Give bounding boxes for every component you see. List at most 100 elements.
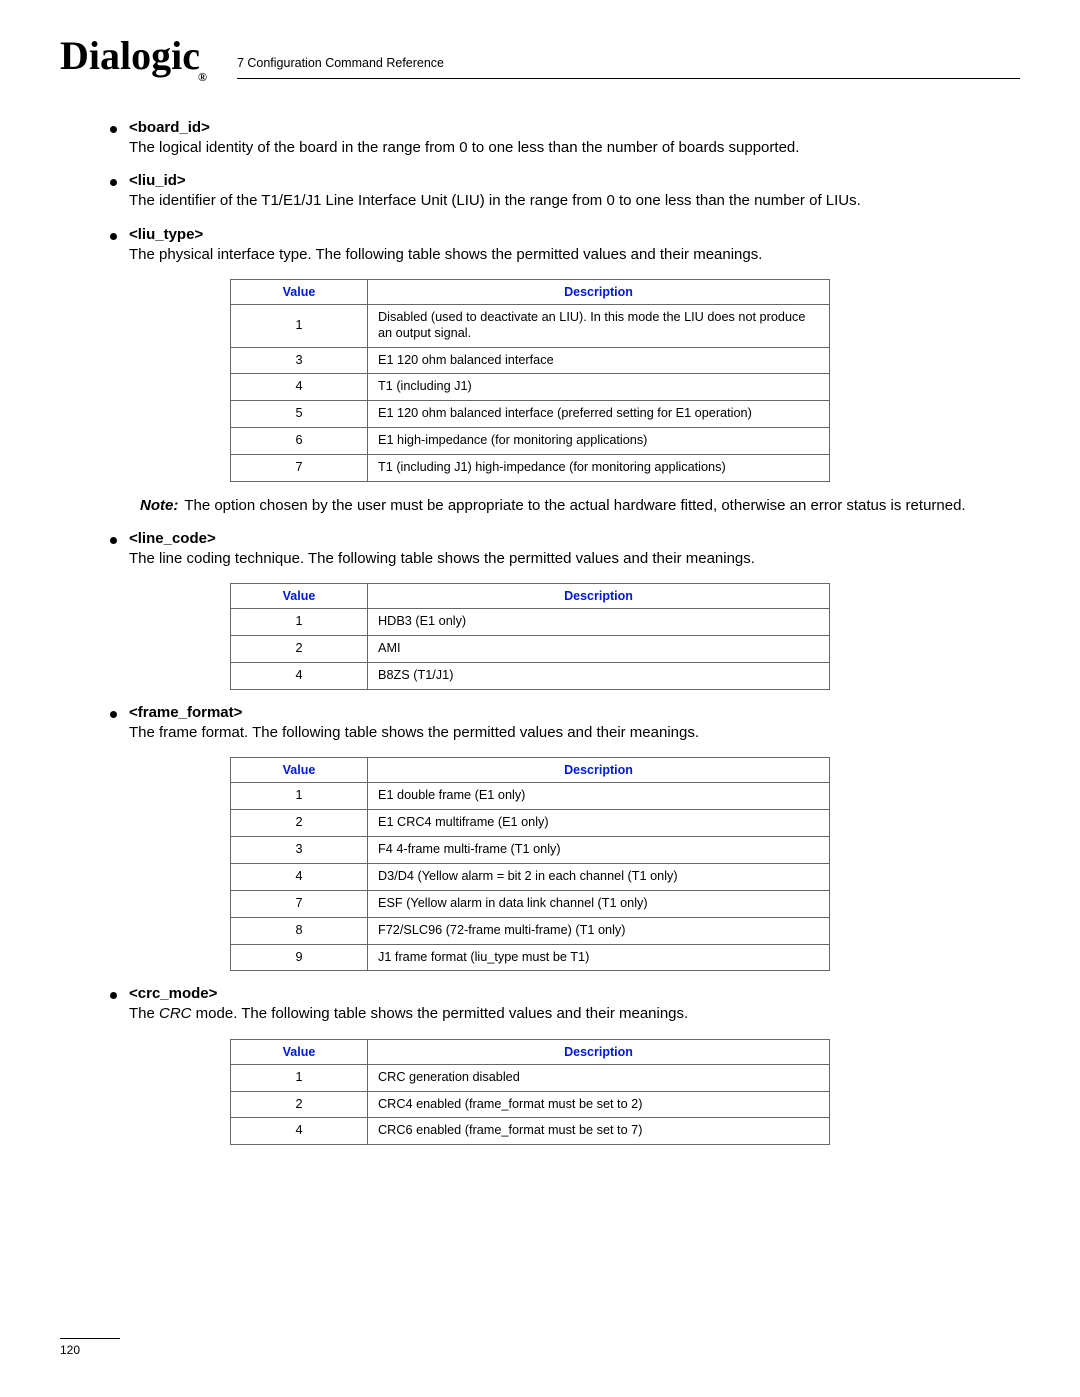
cell-value: 9 [231, 944, 368, 971]
page-header: Dialogic® 7 Configuration Command Refere… [60, 32, 1020, 85]
param-text: The CRC mode. The following table shows … [129, 1004, 970, 1024]
crc-text-prefix: The [129, 1005, 159, 1022]
param-board-id: <board_id> The logical identity of the b… [110, 119, 970, 158]
table-row: 2AMI [231, 636, 830, 663]
bullet-icon [110, 126, 117, 133]
cell-value: 3 [231, 347, 368, 374]
table-row: 7ESF (Yellow alarm in data link channel … [231, 890, 830, 917]
table-row: 8F72/SLC96 (72-frame multi-frame) (T1 on… [231, 917, 830, 944]
table-row: 4D3/D4 (Yellow alarm = bit 2 in each cha… [231, 863, 830, 890]
cell-value: 8 [231, 917, 368, 944]
col-description: Description [368, 1039, 830, 1064]
chapter-title: 7 Configuration Command Reference [237, 56, 1020, 78]
param-liu-id: <liu_id> The identifier of the T1/E1/J1 … [110, 172, 970, 211]
table-row: 2E1 CRC4 multiframe (E1 only) [231, 810, 830, 837]
frame-format-rows: 1E1 double frame (E1 only)2E1 CRC4 multi… [231, 783, 830, 971]
cell-description: HDB3 (E1 only) [368, 609, 830, 636]
param-title: <liu_type> [129, 226, 203, 243]
table-row: 3E1 120 ohm balanced interface [231, 347, 830, 374]
param-text: The logical identity of the board in the… [129, 138, 970, 158]
note: Note: The option chosen by the user must… [140, 496, 970, 516]
brand-name: Dialogic [60, 32, 200, 79]
liu-type-table: Value Description 1Disabled (used to dea… [230, 279, 830, 482]
cell-value: 4 [231, 1118, 368, 1145]
crc-mode-table: Value Description 1CRC generation disabl… [230, 1039, 830, 1146]
document-page: Dialogic® 7 Configuration Command Refere… [0, 0, 1080, 1397]
note-label: Note: [140, 496, 178, 516]
brand-logo: Dialogic® [60, 32, 209, 79]
liu-type-rows: 1Disabled (used to deactivate an LIU). I… [231, 304, 830, 481]
cell-description: E1 double frame (E1 only) [368, 783, 830, 810]
page-number: 120 [60, 1343, 1020, 1357]
bullet-icon [110, 537, 117, 544]
col-value: Value [231, 1039, 368, 1064]
table-row: 1HDB3 (E1 only) [231, 609, 830, 636]
line-code-rows: 1HDB3 (E1 only)2AMI4B8ZS (T1/J1) [231, 609, 830, 690]
bullet-icon [110, 179, 117, 186]
table-row: 4B8ZS (T1/J1) [231, 663, 830, 690]
table-row: 3F4 4-frame multi-frame (T1 only) [231, 837, 830, 864]
cell-value: 7 [231, 455, 368, 482]
cell-description: E1 120 ohm balanced interface [368, 347, 830, 374]
page-content: <board_id> The logical identity of the b… [60, 85, 1020, 1145]
col-value: Value [231, 758, 368, 783]
frame-format-table: Value Description 1E1 double frame (E1 o… [230, 757, 830, 971]
cell-value: 4 [231, 663, 368, 690]
cell-description: CRC6 enabled (frame_format must be set t… [368, 1118, 830, 1145]
param-title: <frame_format> [129, 704, 242, 721]
table-row: 6E1 high-impedance (for monitoring appli… [231, 428, 830, 455]
line-code-table: Value Description 1HDB3 (E1 only)2AMI4B8… [230, 583, 830, 690]
cell-description: AMI [368, 636, 830, 663]
cell-description: E1 high-impedance (for monitoring applic… [368, 428, 830, 455]
cell-description: D3/D4 (Yellow alarm = bit 2 in each chan… [368, 863, 830, 890]
cell-description: E1 CRC4 multiframe (E1 only) [368, 810, 830, 837]
table-row: 1CRC generation disabled [231, 1064, 830, 1091]
cell-value: 7 [231, 890, 368, 917]
registered-mark: ® [198, 70, 207, 85]
chapter-rule: 7 Configuration Command Reference [237, 56, 1020, 79]
col-description: Description [368, 758, 830, 783]
cell-description: B8ZS (T1/J1) [368, 663, 830, 690]
footer-rule [60, 1338, 120, 1339]
note-text: The option chosen by the user must be ap… [184, 496, 965, 516]
cell-description: T1 (including J1) high-impedance (for mo… [368, 455, 830, 482]
cell-value: 2 [231, 1091, 368, 1118]
bullet-icon [110, 711, 117, 718]
param-line-code: <line_code> The line coding technique. T… [110, 530, 970, 690]
cell-value: 1 [231, 783, 368, 810]
param-title: <liu_id> [129, 172, 186, 189]
cell-value: 5 [231, 401, 368, 428]
cell-value: 2 [231, 810, 368, 837]
crc-text-suffix: mode. The following table shows the perm… [192, 1005, 689, 1022]
param-liu-type: <liu_type> The physical interface type. … [110, 226, 970, 482]
table-row: 2CRC4 enabled (frame_format must be set … [231, 1091, 830, 1118]
table-row: 5E1 120 ohm balanced interface (preferre… [231, 401, 830, 428]
table-row: 7T1 (including J1) high-impedance (for m… [231, 455, 830, 482]
cell-description: E1 120 ohm balanced interface (preferred… [368, 401, 830, 428]
param-text: The identifier of the T1/E1/J1 Line Inte… [129, 191, 970, 211]
cell-value: 4 [231, 863, 368, 890]
bullet-icon [110, 233, 117, 240]
table-row: 4CRC6 enabled (frame_format must be set … [231, 1118, 830, 1145]
cell-description: F72/SLC96 (72-frame multi-frame) (T1 onl… [368, 917, 830, 944]
cell-description: T1 (including J1) [368, 374, 830, 401]
table-row: 1E1 double frame (E1 only) [231, 783, 830, 810]
cell-description: ESF (Yellow alarm in data link channel (… [368, 890, 830, 917]
table-row: 9J1 frame format (liu_type must be T1) [231, 944, 830, 971]
cell-value: 6 [231, 428, 368, 455]
cell-description: F4 4-frame multi-frame (T1 only) [368, 837, 830, 864]
crc-text-italic: CRC [159, 1005, 192, 1022]
param-title: <board_id> [129, 119, 210, 136]
cell-value: 4 [231, 374, 368, 401]
cell-value: 1 [231, 304, 368, 347]
cell-value: 2 [231, 636, 368, 663]
cell-description: CRC generation disabled [368, 1064, 830, 1091]
col-description: Description [368, 279, 830, 304]
bullet-icon [110, 992, 117, 999]
param-title: <line_code> [129, 530, 216, 547]
crc-mode-rows: 1CRC generation disabled2CRC4 enabled (f… [231, 1064, 830, 1145]
param-frame-format: <frame_format> The frame format. The fol… [110, 704, 970, 971]
param-text: The line coding technique. The following… [129, 549, 970, 569]
table-row: 4T1 (including J1) [231, 374, 830, 401]
cell-description: CRC4 enabled (frame_format must be set t… [368, 1091, 830, 1118]
